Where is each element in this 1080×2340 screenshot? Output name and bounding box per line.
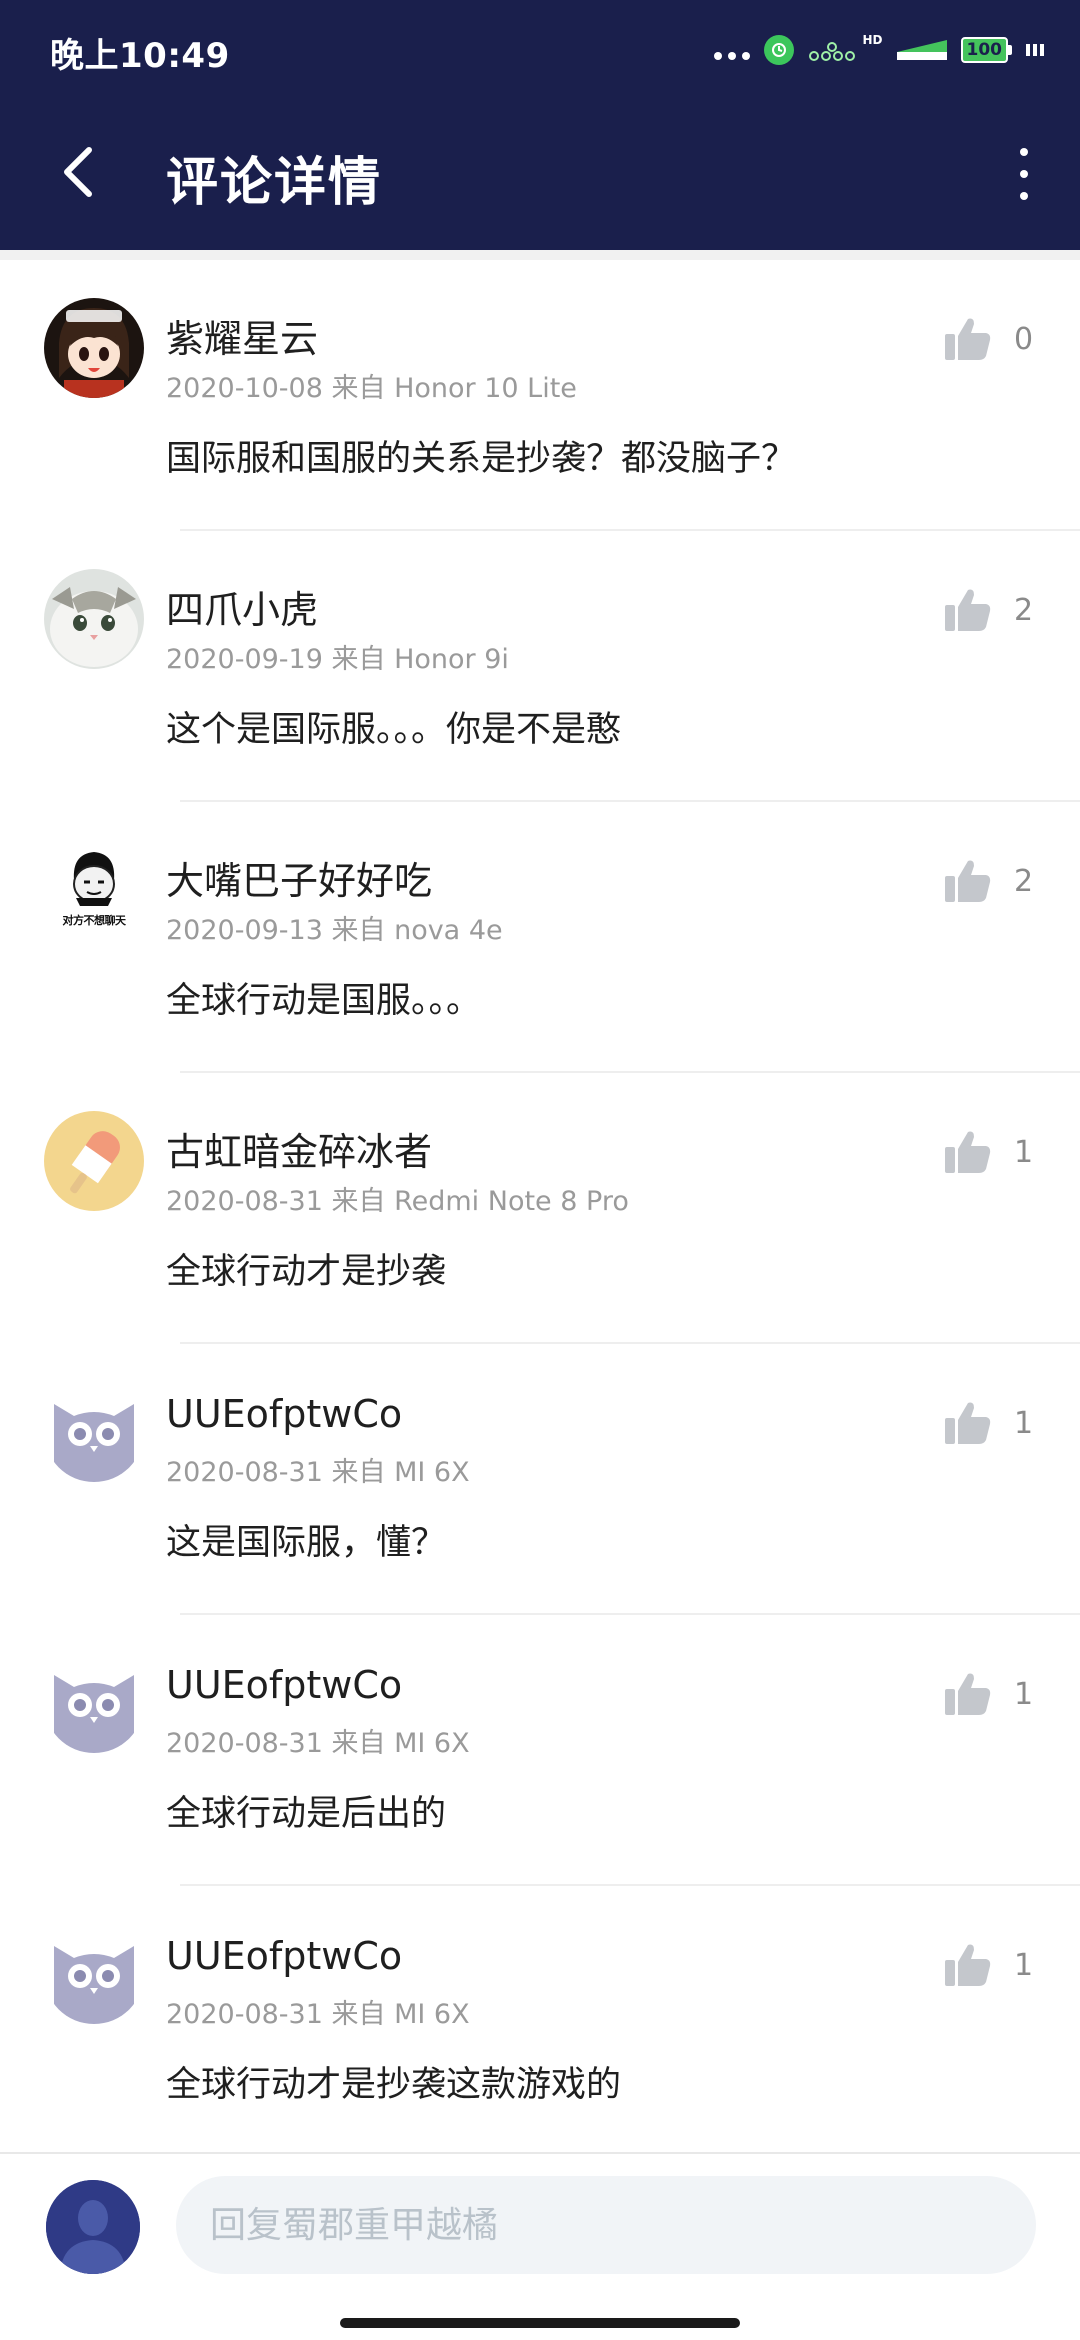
user-silhouette-icon	[46, 2180, 140, 2274]
like-button[interactable]: 0	[944, 316, 1036, 362]
comment-meta: 2020-08-31 来自 MI 6X	[166, 1728, 470, 1759]
comment-text: 这是国际服，懂？	[166, 1523, 447, 1563]
more-options-button[interactable]	[1004, 142, 1044, 206]
comment-text: 全球行动才是抄袭这款游戏的	[166, 2065, 622, 2105]
more-notifications-icon	[714, 40, 751, 60]
thumbs-up-icon	[945, 1402, 991, 1444]
like-count: 1	[1014, 1405, 1034, 1441]
like-button[interactable]: 1	[944, 1671, 1036, 1717]
cellular-bars-icon	[1026, 44, 1044, 56]
username[interactable]: 紫耀星云	[166, 308, 318, 363]
avatar-caption: 对方不想聊天	[62, 914, 127, 927]
comment-meta: 2020-09-19 来自 Honor 9i	[166, 644, 509, 675]
header-divider	[0, 250, 1080, 260]
like-count: 2	[1014, 863, 1034, 899]
like-button[interactable]: 1	[944, 1129, 1036, 1175]
like-button[interactable]: 1	[944, 1942, 1036, 1988]
username[interactable]: 古虹暗金碎冰者	[166, 1121, 432, 1176]
comment-item: UUEofptwCo 2020-08-31 来自 MI 6X 这是国际服，懂？ …	[0, 1344, 1080, 1615]
status-icons: HD 100	[714, 30, 1044, 70]
like-button[interactable]: 1	[944, 1400, 1036, 1446]
like-count: 0	[1014, 321, 1034, 357]
comment-item: UUEofptwCo 2020-08-31 来自 MI 6X 全球行动是后出的 …	[0, 1615, 1080, 1886]
comment-text: 这个是国际服。。。你是不是憨	[166, 710, 622, 750]
username[interactable]: 四爪小虎	[166, 579, 318, 634]
wifi-hd-icon: HD	[808, 33, 883, 64]
battery-icon: 100	[960, 37, 1012, 63]
user-avatar[interactable]	[44, 1382, 144, 1482]
comment-item: 四爪小虎 2020-09-19 来自 Honor 9i 这个是国际服。。。你是不…	[0, 531, 1080, 802]
comment-meta: 2020-08-31 来自 MI 6X	[166, 1999, 470, 2030]
thumbs-up-icon	[945, 589, 991, 631]
reply-bar	[0, 2152, 1080, 2340]
chevron-left-icon	[64, 147, 92, 197]
thumbs-up-icon	[945, 318, 991, 360]
thumbs-up-icon	[945, 1944, 991, 1986]
user-avatar[interactable]	[44, 298, 144, 398]
comment-text: 国际服和国服的关系是抄袭？都没脑子？	[166, 439, 797, 479]
battery-level: 100	[960, 37, 1008, 63]
thumbs-up-icon	[945, 1673, 991, 1715]
username[interactable]: UUEofptwCo	[166, 1663, 402, 1707]
comment-item: 对方不想聊天 大嘴巴子好好吃 2020-09-13 来自 nova 4e 全球行…	[0, 802, 1080, 1073]
like-count: 1	[1014, 1134, 1034, 1170]
status-time: 晚上10:49	[50, 36, 230, 76]
thumbs-up-icon	[945, 860, 991, 902]
user-avatar[interactable]	[44, 1111, 144, 1211]
comment-meta: 2020-09-13 来自 nova 4e	[166, 915, 503, 946]
username[interactable]: UUEofptwCo	[166, 1392, 402, 1436]
like-count: 1	[1014, 1676, 1034, 1712]
like-button[interactable]: 2	[944, 587, 1036, 633]
user-avatar[interactable]	[44, 1924, 144, 2024]
status-bar: 晚上10:49 HD 100	[0, 0, 1080, 96]
username[interactable]: 大嘴巴子好好吃	[166, 850, 432, 905]
user-avatar[interactable]	[44, 1653, 144, 1753]
like-count: 2	[1014, 592, 1034, 628]
reply-input[interactable]	[176, 2176, 1036, 2274]
page-title: 评论详情	[166, 153, 383, 213]
comment-item: 古虹暗金碎冰者 2020-08-31 来自 Redmi Note 8 Pro 全…	[0, 1073, 1080, 1344]
comment-text: 全球行动才是抄袭	[166, 1252, 447, 1292]
comment-meta: 2020-08-31 来自 MI 6X	[166, 1457, 470, 1488]
app-bar: 评论详情	[0, 96, 1080, 250]
comment-meta: 2020-08-31 来自 Redmi Note 8 Pro	[166, 1186, 629, 1217]
back-button[interactable]	[44, 132, 114, 212]
username[interactable]: UUEofptwCo	[166, 1934, 402, 1978]
signal-icon	[896, 36, 947, 64]
user-avatar[interactable]	[44, 569, 144, 669]
comment-item: UUEofptwCo 2020-08-31 来自 MI 6X 全球行动才是抄袭这…	[0, 1886, 1080, 2157]
thumbs-up-icon	[945, 1131, 991, 1173]
like-button[interactable]: 2	[944, 858, 1036, 904]
comment-meta: 2020-10-08 来自 Honor 10 Lite	[166, 373, 577, 404]
hd-label: HD	[862, 33, 883, 47]
app-notification-icon	[764, 35, 795, 65]
user-avatar[interactable]: 对方不想聊天	[44, 840, 144, 940]
like-count: 1	[1014, 1947, 1034, 1983]
home-indicator[interactable]	[340, 2318, 740, 2328]
my-avatar[interactable]	[46, 2180, 140, 2274]
comment-text: 全球行动是后出的	[166, 1794, 447, 1834]
comment-text: 全球行动是国服。。。	[166, 981, 482, 1021]
comment-item: 紫耀星云 2020-10-08 来自 Honor 10 Lite 国际服和国服的…	[0, 260, 1080, 531]
comment-list: 紫耀星云 2020-10-08 来自 Honor 10 Lite 国际服和国服的…	[0, 260, 1080, 2157]
